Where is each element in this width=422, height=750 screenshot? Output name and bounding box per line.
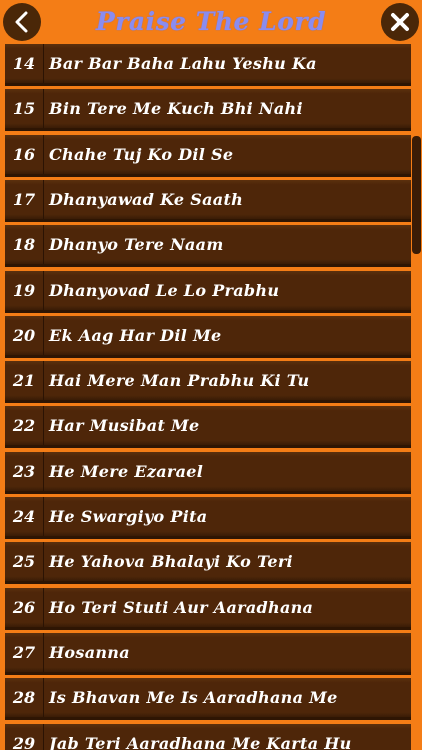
- song-title: Chahe Tuj Ko Dil Se: [49, 145, 234, 164]
- page-title: Praise The Lord: [95, 7, 327, 36]
- song-number: 24: [5, 497, 44, 536]
- song-number: 25: [5, 542, 44, 581]
- song-number: 27: [5, 633, 44, 672]
- song-list-item[interactable]: 28 Is Bhavan Me Is Aaradhana Me: [5, 678, 411, 720]
- song-title: Ek Aag Har Dil Me: [49, 326, 222, 345]
- song-title: Dhanyo Tere Naam: [49, 235, 224, 254]
- song-list-item[interactable]: 23 He Mere Ezarael: [5, 452, 411, 494]
- song-title: Ho Teri Stuti Aur Aaradhana: [49, 598, 314, 617]
- song-list-item[interactable]: 17 Dhanyawad Ke Saath: [5, 180, 411, 222]
- song-list-item[interactable]: 19 Dhanyovad Le Lo Prabhu: [5, 271, 411, 313]
- song-list-item[interactable]: 14 Bar Bar Baha Lahu Yeshu Ka: [5, 44, 411, 86]
- song-list-item[interactable]: 22 Har Musibat Me: [5, 406, 411, 448]
- song-number: 23: [5, 452, 44, 491]
- song-number: 20: [5, 316, 44, 355]
- song-number: 22: [5, 406, 44, 445]
- song-title: Is Bhavan Me Is Aaradhana Me: [49, 688, 338, 707]
- close-icon: [391, 13, 409, 31]
- song-title: Hosanna: [49, 643, 130, 662]
- song-number: 16: [5, 135, 44, 174]
- song-title: Hai Mere Man Prabhu Ki Tu: [49, 371, 310, 390]
- song-list-item[interactable]: 26 Ho Teri Stuti Aur Aaradhana: [5, 588, 411, 630]
- song-number: 29: [5, 724, 44, 750]
- song-list-item[interactable]: 16 Chahe Tuj Ko Dil Se: [5, 135, 411, 177]
- song-list-item[interactable]: 24 He Swargiyo Pita: [5, 497, 411, 539]
- back-button[interactable]: [3, 3, 41, 41]
- scrollbar[interactable]: [411, 44, 422, 750]
- song-title: Har Musibat Me: [49, 416, 200, 435]
- app-header: Praise The Lord: [0, 0, 422, 44]
- song-number: 26: [5, 588, 44, 627]
- song-list-item[interactable]: 20 Ek Aag Har Dil Me: [5, 316, 411, 358]
- song-title: Jab Teri Aaradhana Me Karta Hu: [49, 734, 352, 750]
- song-number: 17: [5, 180, 44, 219]
- song-list-item[interactable]: 15 Bin Tere Me Kuch Bhi Nahi: [5, 89, 411, 131]
- song-title: He Swargiyo Pita: [49, 507, 208, 526]
- song-number: 14: [5, 44, 44, 83]
- chevron-left-icon: [15, 11, 28, 33]
- close-button[interactable]: [381, 3, 419, 41]
- song-list-item[interactable]: 25 He Yahova Bhalayi Ko Teri: [5, 542, 411, 584]
- song-title: Bin Tere Me Kuch Bhi Nahi: [49, 99, 303, 118]
- song-number: 28: [5, 678, 44, 717]
- song-list-item[interactable]: 18 Dhanyo Tere Naam: [5, 225, 411, 267]
- song-number: 19: [5, 271, 44, 310]
- song-list-item[interactable]: 27 Hosanna: [5, 633, 411, 675]
- song-title: He Yahova Bhalayi Ko Teri: [49, 552, 293, 571]
- song-list-item[interactable]: 21 Hai Mere Man Prabhu Ki Tu: [5, 361, 411, 403]
- scrollbar-thumb[interactable]: [412, 136, 421, 254]
- song-number: 18: [5, 225, 44, 264]
- song-list[interactable]: 14 Bar Bar Baha Lahu Yeshu Ka 15 Bin Tere M…: [5, 44, 411, 750]
- song-title: Dhanyovad Le Lo Prabhu: [49, 281, 280, 300]
- song-title: Dhanyawad Ke Saath: [49, 190, 244, 209]
- song-title: Bar Bar Baha Lahu Yeshu Ka: [49, 54, 317, 73]
- song-number: 15: [5, 89, 44, 128]
- song-title: He Mere Ezarael: [49, 462, 204, 481]
- song-list-item[interactable]: 29 Jab Teri Aaradhana Me Karta Hu: [5, 724, 411, 750]
- song-number: 21: [5, 361, 44, 400]
